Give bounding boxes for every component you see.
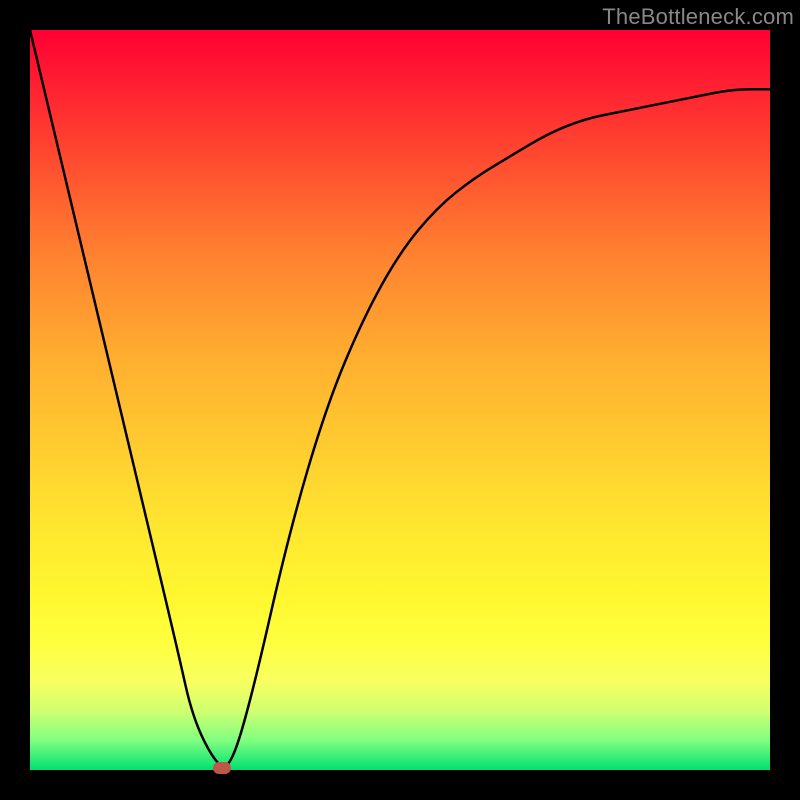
chart-frame: TheBottleneck.com [0, 0, 800, 800]
watermark-text: TheBottleneck.com [602, 4, 794, 30]
optimal-point-marker [213, 762, 231, 774]
chart-plot-area [30, 30, 770, 770]
bottleneck-curve [30, 30, 770, 770]
